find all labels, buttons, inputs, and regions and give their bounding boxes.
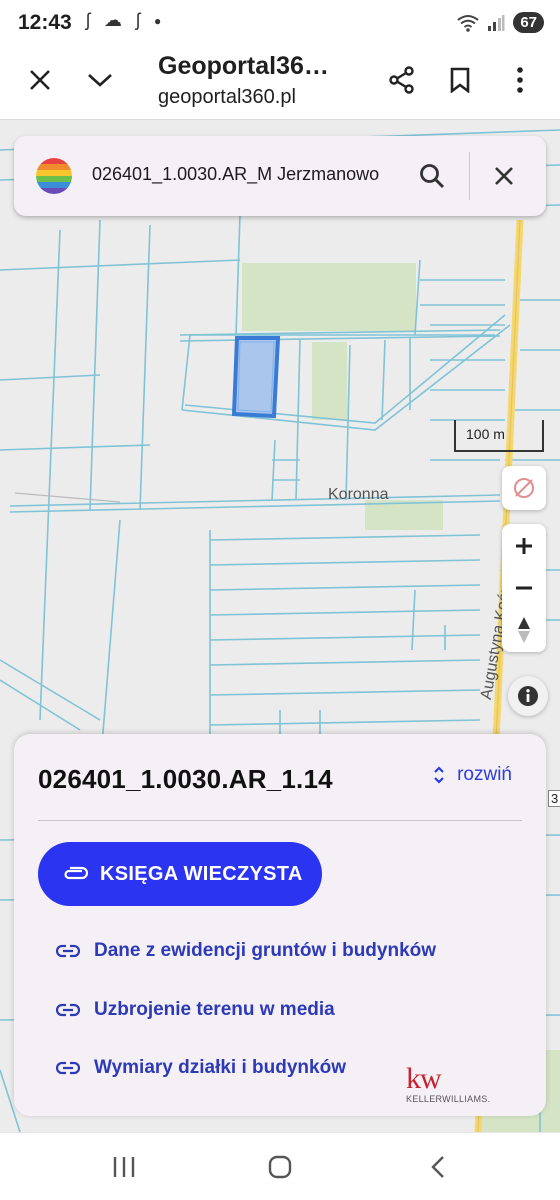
chevron-down-icon xyxy=(88,74,112,87)
system-nav-bar xyxy=(0,1132,560,1200)
link-icon xyxy=(56,1003,80,1017)
zoom-in-button[interactable] xyxy=(502,526,546,566)
page-title: Geoportal36… xyxy=(158,52,329,80)
system-icons: 67 xyxy=(457,12,544,33)
wifi-icon xyxy=(457,14,479,32)
place-label: Koronna xyxy=(328,486,389,503)
status-bar: 12:43 ʃ ☁ ʃ ● 67 xyxy=(0,0,560,48)
kw-logo-mark: kw xyxy=(406,1062,442,1095)
browser-header: Geoportal36… geoportal360.pl xyxy=(0,48,560,120)
search-card[interactable]: 026401_1.0030.AR_M Jerzmanowo xyxy=(14,136,546,216)
expand-button[interactable]: rozwiń xyxy=(433,764,512,786)
cloud-icon: ☁ xyxy=(104,10,122,30)
expand-label: rozwiń xyxy=(457,764,512,785)
link-label: Uzbrojenie terenu w media xyxy=(94,999,335,1020)
dimensions-link[interactable]: Wymiary działki i budynków xyxy=(56,1057,346,1079)
scale-label: 100 m xyxy=(466,426,505,442)
search-icon xyxy=(420,164,445,189)
link-label: Wymiary działki i budynków xyxy=(94,1057,346,1078)
parcel-info-panel: 026401_1.0030.AR_1.14 rozwiń KSIĘGA WIEC… xyxy=(14,734,546,1116)
recents-icon xyxy=(113,1157,135,1177)
road-number-label: 3 xyxy=(548,790,560,807)
attachment-icon xyxy=(62,866,88,882)
land-register-label: KSIĘGA WIECZYSTA xyxy=(100,862,303,885)
keller-williams-logo[interactable]: kw KELLERWILLIAMS. xyxy=(406,1062,491,1105)
compass-button[interactable] xyxy=(502,610,546,650)
link-icon xyxy=(56,944,80,958)
minimize-button[interactable] xyxy=(78,58,122,102)
plus-icon xyxy=(516,538,532,554)
utilities-link[interactable]: Uzbrojenie terenu w media xyxy=(56,999,335,1021)
search-input[interactable]: 026401_1.0030.AR_M Jerzmanowo xyxy=(92,164,379,185)
close-tab-button[interactable] xyxy=(18,58,62,102)
bookmark-button[interactable] xyxy=(438,58,482,102)
minus-icon xyxy=(516,586,532,590)
parcel-id: 026401_1.0030.AR_1.14 xyxy=(38,764,333,794)
back-icon xyxy=(431,1156,444,1178)
close-icon xyxy=(495,167,513,185)
recent-apps-button[interactable] xyxy=(104,1149,144,1185)
share-icon xyxy=(389,66,414,94)
link-icon xyxy=(56,1061,80,1075)
home-icon xyxy=(268,1155,292,1179)
land-register-button[interactable]: KSIĘGA WIECZYSTA xyxy=(38,842,322,906)
zoom-controls xyxy=(502,524,546,652)
bookmark-icon xyxy=(450,67,470,93)
signal-icon xyxy=(488,14,505,31)
battery-indicator: 67 xyxy=(513,12,544,33)
back-button[interactable] xyxy=(418,1149,458,1185)
home-button[interactable] xyxy=(260,1149,300,1185)
more-options-button[interactable] xyxy=(498,58,542,102)
link-label: Dane z ewidencji gruntów i budynków xyxy=(94,940,437,961)
more-vert-icon xyxy=(517,67,523,93)
geoportal-logo-icon xyxy=(36,158,72,194)
unfold-icon xyxy=(434,766,444,784)
scale-bar: 100 m xyxy=(454,420,544,452)
zoom-out-button[interactable] xyxy=(502,568,546,608)
close-icon xyxy=(30,70,50,90)
land-records-link[interactable]: Dane z ewidencji gruntów i budynków xyxy=(56,940,436,962)
notification-icons: ʃ ☁ ʃ ● xyxy=(86,10,161,31)
search-divider xyxy=(469,152,470,200)
dot-icon: ● xyxy=(154,13,162,28)
info-icon xyxy=(518,686,538,706)
compass-off-icon xyxy=(514,478,534,498)
clear-search-button[interactable] xyxy=(482,154,526,198)
app-icon: ʃ xyxy=(86,10,90,30)
info-button[interactable] xyxy=(508,676,548,716)
page-url: geoportal360.pl xyxy=(158,86,296,108)
panel-divider xyxy=(38,820,522,821)
north-arrow-icon xyxy=(518,617,530,643)
status-time: 12:43 xyxy=(18,11,72,34)
app-icon: ʃ xyxy=(136,10,140,30)
search-button[interactable] xyxy=(410,154,454,198)
rotate-reset-button[interactable] xyxy=(502,466,546,510)
share-button[interactable] xyxy=(380,58,424,102)
kw-logo-text: KELLERWILLIAMS. xyxy=(406,1094,491,1104)
